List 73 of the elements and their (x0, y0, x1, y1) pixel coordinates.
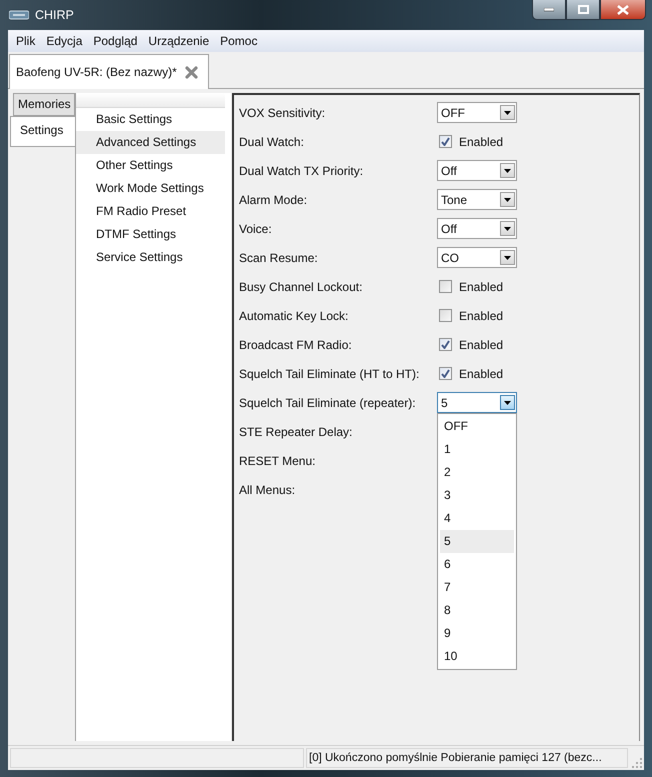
dropdown-option[interactable]: 3 (440, 484, 514, 507)
app-icon (9, 10, 29, 20)
menu-item[interactable]: Podgląd (89, 34, 142, 48)
caret-icon (504, 198, 511, 202)
setting-label: Scan Resume: (239, 250, 319, 264)
dropdown-option[interactable]: 9 (440, 622, 514, 645)
dropdown-option[interactable]: 1 (440, 438, 514, 461)
close-tab-icon[interactable] (184, 66, 198, 78)
checkbox[interactable] (439, 338, 452, 351)
menu-item[interactable]: Edycja (42, 34, 86, 48)
close-button[interactable] (600, 0, 646, 20)
dropdown-option[interactable]: 4 (440, 507, 514, 530)
setting-label: Dual Watch TX Priority: (239, 164, 364, 178)
setting-label: STE Repeater Delay: (239, 424, 354, 438)
checkbox-label: Enabled (459, 366, 504, 380)
maximize-icon (578, 5, 588, 14)
dropdown[interactable]: 5 (437, 392, 517, 413)
setting-label: Alarm Mode: (239, 192, 308, 206)
dropdown-option[interactable]: 5 (440, 530, 514, 553)
dropdown-option[interactable]: 10 (440, 645, 514, 668)
setting-label: Squelch Tail Eliminate (HT to HT): (239, 366, 420, 380)
checkbox-label: Enabled (459, 338, 504, 352)
setting-label: Busy Channel Lockout: (239, 280, 364, 294)
caret-icon (504, 168, 511, 172)
caret-icon (504, 256, 511, 260)
side-tab[interactable]: Memories (13, 93, 75, 116)
menu-item[interactable]: Urządzenie (144, 34, 214, 48)
dropdown[interactable]: Tone (437, 189, 517, 210)
maximize-button[interactable] (566, 0, 600, 20)
dropdown-option[interactable]: 6 (440, 553, 514, 576)
setting-label: Voice: (239, 222, 273, 236)
side-tab[interactable]: Settings (10, 116, 75, 147)
document-tab[interactable]: Baofeng UV-5R: (Bez nazwy)* (9, 54, 209, 89)
dropdown[interactable]: Off (437, 218, 517, 239)
dropdown-option[interactable]: 7 (440, 576, 514, 599)
setting-label: All Menus: (239, 482, 296, 496)
window-title: CHIRP (35, 8, 74, 22)
checkbox-label: Enabled (459, 280, 504, 294)
checkbox-label: Enabled (459, 134, 504, 148)
menu-item[interactable]: Pomoc (216, 34, 262, 48)
setting-label: VOX Sensitivity: (239, 106, 326, 120)
minimize-icon (544, 8, 554, 12)
checkbox[interactable] (439, 309, 452, 322)
category-item[interactable]: FM Radio Preset (76, 200, 225, 223)
menu-item[interactable]: Plik (12, 34, 40, 48)
setting-label: Squelch Tail Eliminate (repeater): (239, 396, 417, 410)
dropdown-option[interactable]: 2 (440, 461, 514, 484)
minimize-button[interactable] (532, 0, 566, 20)
caret-icon (504, 400, 511, 404)
category-item[interactable]: Other Settings (76, 154, 225, 177)
close-icon (617, 4, 629, 14)
category-item[interactable]: Advanced Settings (76, 131, 225, 154)
setting-label: Broadcast FM Radio: (239, 338, 353, 352)
dropdown[interactable]: OFF (437, 102, 517, 123)
category-item[interactable]: Service Settings (76, 246, 225, 269)
dropdown-option[interactable]: OFF (440, 415, 514, 438)
status-message: [0] Ukończono pomyślnie Pobieranie pamięci 127 (bezc... (306, 748, 628, 768)
setting-label: RESET Menu: (239, 454, 316, 468)
caret-icon (504, 226, 511, 230)
category-item[interactable]: Basic Settings (76, 108, 225, 131)
checkbox[interactable] (439, 367, 452, 380)
dropdown[interactable]: Off (437, 160, 517, 181)
setting-label: Dual Watch: (239, 134, 305, 148)
resize-grip-icon[interactable] (632, 758, 642, 768)
setting-label: Automatic Key Lock: (239, 308, 350, 322)
checkbox-label: Enabled (459, 308, 504, 322)
checkbox[interactable] (439, 135, 452, 148)
caret-icon (504, 110, 511, 114)
dropdown-option[interactable]: 8 (440, 599, 514, 622)
dropdown[interactable]: CO (437, 247, 517, 268)
category-item[interactable]: Work Mode Settings (76, 177, 225, 200)
category-item[interactable]: DTMF Settings (76, 223, 225, 246)
checkbox[interactable] (439, 280, 452, 293)
